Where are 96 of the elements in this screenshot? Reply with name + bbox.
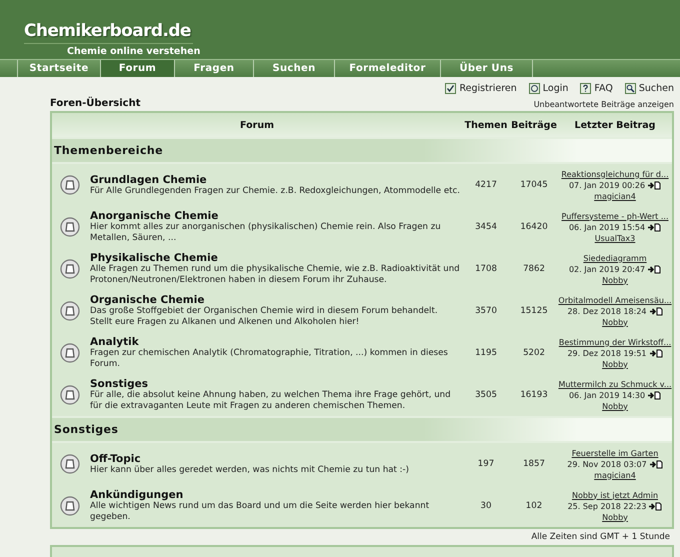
forum-description: Für Alle Grundlegenden Fragen zur Chemie. z.B. Redoxgleichungen, Atommodelle etc. [90,186,460,196]
page-title: Foren-Übersicht [50,98,140,109]
header-link[interactable]: Registrieren [459,83,517,94]
login-icon[interactable] [528,83,540,94]
column-header: Letzter Beitrag [574,120,656,130]
forum-icon [60,385,80,405]
user-link[interactable]: Nobby [602,512,628,522]
forum-icon [60,259,80,279]
last-post-link[interactable]: Muttermilch zu Schmuck v... [558,378,672,390]
last-post-date: 07. Jan 2019 00:26 [568,180,646,190]
last-post-date: 29. Dez 2018 19:51 [567,348,647,358]
user-link[interactable]: Nobby [602,358,628,370]
site-logo[interactable]: Chemikerboard.de [24,20,193,44]
column-header: Themen [464,120,508,130]
last-post-link[interactable]: Reaktionsgleichung für d... [561,168,669,180]
forum-title[interactable]: Ankündigungen [90,489,460,501]
header-link[interactable]: FAQ [594,83,613,94]
last-post-icon[interactable] [650,348,663,358]
post-count: 102 [524,501,544,511]
forum-title[interactable]: Analytik [90,336,460,348]
last-post-date: 28. Dez 2018 18:24 [567,306,647,316]
header-link[interactable]: Login [542,83,568,94]
forum-description: Alle Fragen zu Themen rund um die physikalische Chemie, wie z.B. Radioaktivität und Protonen/Neutronen/Elektronen haben in diesem Forum ihr Zuhause. [90,264,460,286]
forum-title[interactable]: Anorganische Chemie [90,210,460,222]
post-count: 15125 [519,306,549,316]
column-header: Forum [239,120,275,130]
user-link[interactable]: magician4 [594,470,636,480]
forum-icon [60,301,80,321]
last-post-date: 25. Sep 2018 22:23 [568,500,646,512]
site-tagline: Chemie online verstehen [67,46,202,57]
forum-title[interactable]: Organische Chemie [90,294,460,306]
post-count: 5202 [522,348,546,358]
last-post-date: 02. Jan 2019 20:47 [568,264,646,274]
post-count: 16193 [519,390,549,400]
last-post-link[interactable]: Bestimmung der Wirkstoff... [558,336,672,348]
user-link[interactable]: Nobby [602,274,628,286]
topic-count: 1195 [474,348,498,358]
forum-description: Hier kommt alles zur anorganischen (physikalischen) Chemie rein. Also Fragen zu Metallen, Säuren, ... [90,222,442,244]
nav-tab[interactable]: Über Uns [441,60,533,77]
forum-title[interactable]: Grundlagen Chemie [90,174,460,186]
forum-description: Für alle, die absolut keine Ahnung haben, zu welchen Thema ihre Frage gehört, und für die extravaganten Leute mit Fragen zu anderen chemischen Themen. [90,390,452,412]
topic-count: 3570 [474,306,498,316]
last-post-icon[interactable] [648,390,662,400]
forum-description: Das große Stoffgebiet der Organischen Chemie wird in diesem Forum behandelt. Stellt eure Fragen zu Alkanen und Alkenen und Alkoholen hier! [90,306,439,328]
last-post-icon[interactable] [648,222,662,232]
post-count: 7862 [522,264,546,274]
nav-tab[interactable]: Fragen [175,60,254,77]
forum-description: Hier kann über alles geredet werden, was nichts mit Chemie zu tun hat :-) [90,464,409,476]
post-count: 1857 [522,459,546,469]
last-post-date: 06. Jan 2019 15:54 [568,222,646,232]
last-post-icon[interactable] [649,502,662,510]
category-title: Themenbereiche [54,144,163,157]
last-post-date: 29. Nov 2018 03:07 [567,458,647,470]
last-post-icon[interactable] [648,264,662,274]
nav-tab[interactable]: Forum [101,60,175,77]
last-post-link[interactable]: Feuerstelle im Garten [572,448,658,458]
topic-count: 3505 [474,390,498,400]
topic-count: 3454 [474,222,498,232]
topic-count: 30 [480,501,492,511]
forum-title[interactable]: Physikalische Chemie [90,252,460,264]
column-header: Beiträge [510,120,558,130]
forum-description: Alle wichtigen News rund um das Board und um die Seite werden hier bekannt gegeben. [90,501,430,523]
forum-title[interactable]: Sonstiges [90,378,460,390]
last-post-link[interactable]: Puffersysteme - ph-Wert ... [562,210,668,222]
user-link[interactable]: UsualTax3 [594,232,636,244]
last-post-date: 06. Jan 2019 14:30 [568,390,646,400]
topic-count: 1708 [474,264,498,274]
forum-description: Fragen zur chemischen Analytik (Chromatographie, Titration, ...) kommen in dieses Forum. [90,348,449,370]
timezone-note: Alle Zeiten sind GMT + 1 Stunde [531,532,670,542]
help-icon[interactable] [580,83,592,94]
topic-count: 197 [476,459,496,469]
nav-tab[interactable]: Suchen [254,60,335,77]
user-link[interactable]: Nobby [602,400,628,412]
last-post-icon[interactable] [648,180,662,190]
forum-icon [60,496,80,516]
forum-title[interactable]: Off-Topic [90,452,409,464]
header-link[interactable]: Suchen [638,83,674,94]
user-link[interactable]: magician4 [594,190,636,202]
user-link[interactable]: Nobby [602,316,628,328]
last-post-link[interactable]: Nobby ist jetzt Admin [572,490,658,500]
search-icon[interactable] [624,83,636,94]
unanswered-link[interactable]: Unbeantwortete Beiträge anzeigen [534,100,674,109]
forum-icon [60,343,80,363]
forum-icon [60,175,80,195]
post-count: 16420 [519,222,549,232]
last-post-link[interactable]: Siedediagramm [583,252,647,264]
category-title: Sonstiges [54,423,118,436]
nav-tab[interactable]: Formeleditor [335,60,441,77]
last-post-icon[interactable] [650,306,663,316]
last-post-link[interactable]: Orbitalmodell Ameisensäu... [558,294,672,306]
forum-icon [60,454,80,474]
forum-icon [60,217,80,237]
last-post-icon[interactable] [650,460,663,468]
topic-count: 4217 [474,180,498,190]
post-count: 17045 [519,180,549,190]
checkbox-icon[interactable] [445,83,456,94]
